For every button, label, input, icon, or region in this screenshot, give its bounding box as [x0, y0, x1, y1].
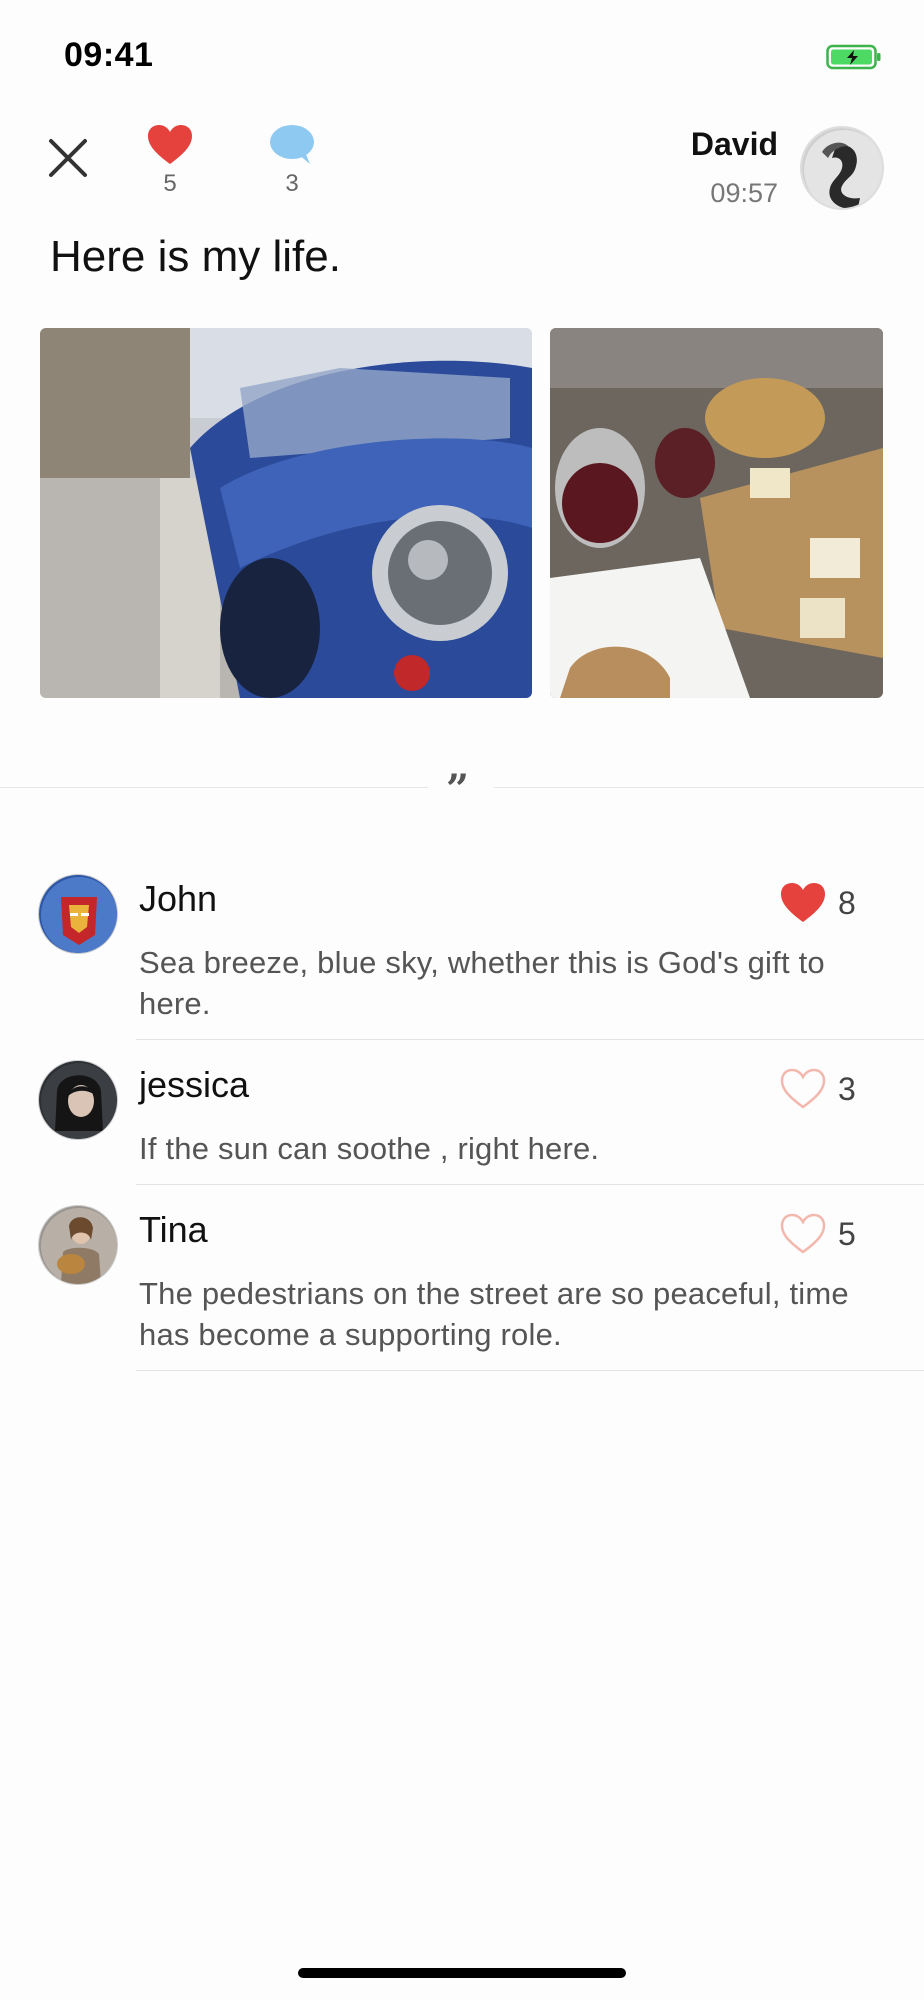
author-avatar[interactable] [800, 126, 884, 210]
commenter-avatar[interactable] [38, 1060, 118, 1140]
quote-icon: ” [446, 766, 470, 813]
comment-like-button[interactable]: 8 [780, 882, 856, 924]
comment-like-count: 3 [838, 1070, 856, 1107]
heart-outline-icon [780, 1213, 826, 1254]
comment-like-button[interactable]: 5 [780, 1213, 856, 1255]
commenter-name[interactable]: Tina [139, 1209, 208, 1251]
comment-like-button[interactable]: 3 [780, 1068, 856, 1110]
divider [136, 1184, 924, 1185]
post-text: Here is my life. [50, 232, 341, 281]
status-time: 09:41 [64, 36, 154, 74]
post-time: 09:57 [710, 178, 778, 208]
comment-text: If the sun can soothe , right here. [139, 1131, 600, 1166]
heart-filled-icon [781, 883, 825, 922]
comments-stat[interactable]: 3 [262, 124, 322, 198]
likes-stat[interactable]: 5 [140, 124, 200, 198]
heart-filled-icon [148, 125, 192, 164]
comment-text: The pedestrians on the street are so pea… [139, 1276, 849, 1352]
post-photo-food[interactable] [550, 328, 883, 698]
commenter-avatar[interactable] [38, 874, 118, 954]
comment-like-count: 8 [838, 884, 856, 921]
commenter-avatar[interactable] [38, 1205, 118, 1285]
likes-count: 5 [163, 170, 177, 197]
home-indicator[interactable] [298, 1968, 626, 1978]
close-icon[interactable] [46, 136, 90, 180]
author-name[interactable]: David [691, 126, 778, 163]
commenter-name[interactable]: John [139, 878, 217, 920]
chat-bubble-icon [270, 125, 314, 164]
comments-count: 3 [285, 170, 299, 197]
post-photo-car[interactable] [40, 328, 532, 698]
comment-text: Sea breeze, blue sky, whether this is Go… [139, 945, 825, 1021]
divider [136, 1039, 924, 1040]
battery-charging-icon [826, 44, 881, 70]
divider-left [0, 787, 428, 788]
comment-like-count: 5 [838, 1215, 856, 1252]
divider [136, 1370, 924, 1371]
heart-outline-icon [780, 1068, 826, 1109]
divider-right [494, 787, 924, 788]
commenter-name[interactable]: jessica [139, 1064, 249, 1106]
